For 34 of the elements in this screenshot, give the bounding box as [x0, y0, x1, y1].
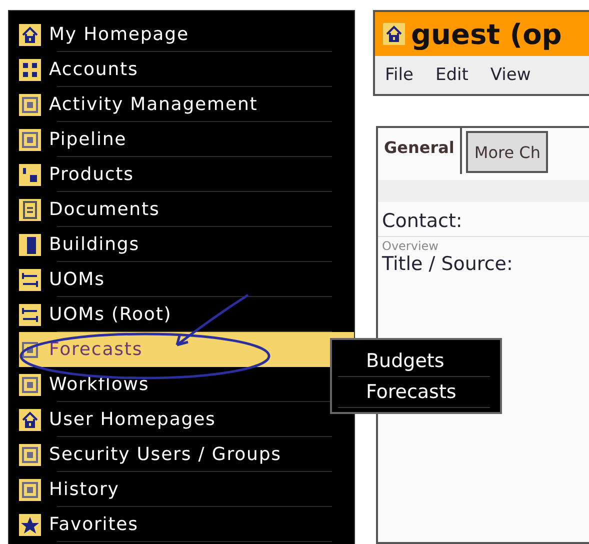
sidebar-item[interactable]: Buildings — [19, 227, 332, 262]
title-source-label: Title / Source: — [381, 253, 514, 277]
submenu-item[interactable]: Forecasts — [338, 377, 490, 408]
sidebar-item[interactable]: History — [19, 472, 332, 507]
tab[interactable]: More Ch — [466, 131, 548, 173]
star-icon — [19, 514, 41, 536]
document-icon — [19, 198, 41, 220]
sidebar-item[interactable]: Pipeline — [19, 122, 332, 157]
section-label: Overview — [381, 238, 440, 253]
sidebar-item[interactable]: Products — [19, 157, 332, 192]
menu-item[interactable]: Edit — [435, 65, 468, 85]
sidebar-item[interactable]: User Homepages — [19, 402, 332, 437]
window-title: guest (op — [411, 18, 562, 50]
grid-icon — [19, 58, 41, 80]
menu-item[interactable]: File — [385, 65, 414, 85]
boxes-icon — [19, 164, 41, 186]
sidebar-item[interactable]: Documents — [19, 192, 332, 227]
contact-label: Contact: — [381, 209, 464, 234]
sidebar-item[interactable]: My Homepage — [19, 17, 332, 52]
sidebar-item[interactable]: Activity Management — [19, 87, 332, 122]
menu-item[interactable]: View — [490, 65, 531, 85]
home-icon — [19, 24, 41, 46]
arrows-icon — [19, 268, 41, 290]
building-icon — [19, 234, 41, 256]
sidebar-item[interactable]: Workflows — [19, 367, 332, 402]
sidebar-item[interactable]: UOMs — [19, 262, 332, 297]
submenu-item[interactable]: Budgets — [338, 346, 490, 377]
sidebar-item[interactable]: Security Users / Groups — [19, 437, 332, 472]
home-icon — [19, 408, 41, 430]
sidebar-item[interactable]: Favorites — [19, 507, 332, 542]
sidebar-item[interactable]: UOMs (Root) — [19, 297, 332, 332]
home-icon — [383, 23, 405, 45]
sidebar-item[interactable]: Accounts — [19, 52, 332, 87]
arrows-icon — [19, 304, 41, 326]
